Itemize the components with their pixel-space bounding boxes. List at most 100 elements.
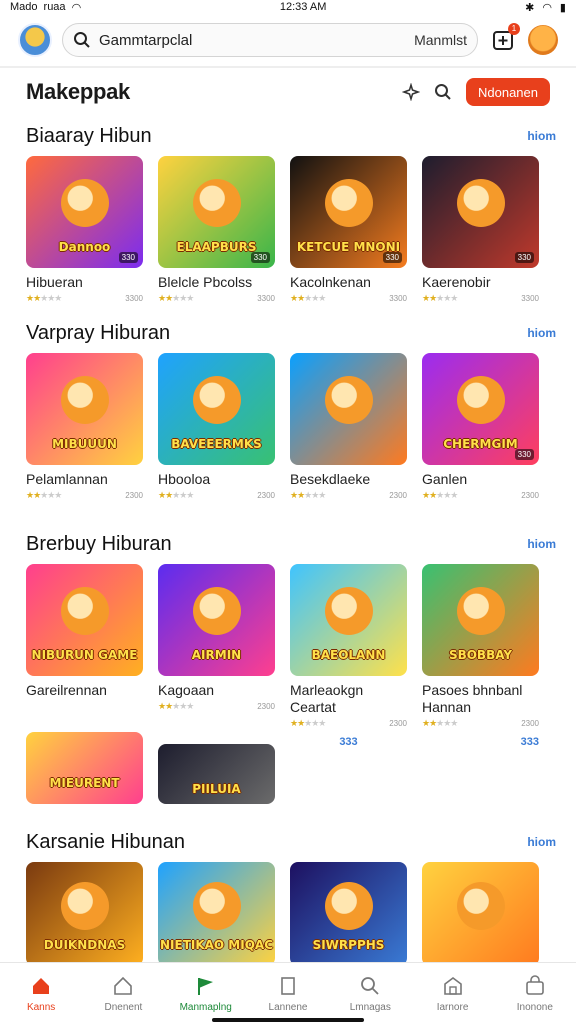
rating-stars: ★★★★★ [158, 489, 194, 500]
rating-count: 3300 [521, 293, 539, 303]
nav-item[interactable]: Lmnagas [338, 974, 402, 1013]
nav-item[interactable]: Dnenent [91, 974, 155, 1013]
thumbnail-title: AIRMIN [191, 648, 242, 662]
game-thumbnail: AIRMIN [158, 564, 275, 676]
game-name: Marleaokgn Ceartat [290, 682, 364, 715]
game-tile[interactable]: KETCUE MNONI 330 Kacolnkenan ★★★★★ 3300 [290, 156, 407, 305]
game-tile[interactable]: Besekdlaeke ★★★★★ 2300 [290, 353, 407, 502]
game-thumbnail: MIEURENT [26, 732, 143, 804]
thumbnail-title: NIBURUN GAME [31, 648, 138, 662]
see-more-link[interactable]: hiom [527, 537, 556, 551]
search-input[interactable]: Gammtarpclal [99, 32, 406, 49]
rating-stars: ★★★★★ [26, 292, 62, 303]
game-tile[interactable]: MIBUUUN Pelamlannan ★★★★★ 2300 [26, 353, 143, 502]
game-thumbnail: Dannoo 330 [26, 156, 143, 268]
character-illustration [192, 179, 241, 228]
game-tile[interactable]: SBOBBAY Pasoes bhnbanl Hannan ★★★★★ 2300 [422, 564, 539, 730]
game-name: Kagoaan [158, 682, 215, 698]
game-thumbnail: BAEOLANN [290, 564, 407, 676]
section-4: Karsanie Hibunan hiom DUIKNDNAS NIETIKAO … [0, 822, 576, 966]
rating-count: 2300 [257, 701, 275, 711]
search-icon [361, 977, 379, 995]
search-icon [74, 32, 90, 48]
game-thumbnail: NIBURUN GAME [26, 564, 143, 676]
game-thumbnail: CHERMGIM 330 [422, 353, 539, 465]
game-thumbnail: SBOBBAY [422, 564, 539, 676]
game-tile[interactable]: Dannoo 330 Hibueran ★★★★★ 3300 [26, 156, 143, 305]
nav-item[interactable]: Manmaplng [174, 974, 238, 1013]
house-icon [114, 976, 133, 995]
nav-label: Dnenent [104, 1002, 143, 1013]
game-tile[interactable]: ELAAPBURS 330 Blelcle Pbcolss ★★★★★ 3300 [158, 156, 275, 305]
see-more-link[interactable]: hiom [527, 129, 556, 143]
rating-count: 2300 [521, 490, 539, 500]
game-thumbnail: SIWRPPHS [290, 862, 407, 966]
character-illustration [324, 376, 373, 425]
section-title: Brerbuy Hiburan [26, 532, 172, 555]
rating-stars: ★★★★★ [422, 717, 458, 728]
game-tile[interactable]: AIRMIN Kagoaan ★★★★★ 2300 [158, 564, 275, 730]
thumbnail-title: ELAAPBURS [176, 240, 257, 254]
game-thumbnail: DUIKNDNAS [26, 862, 143, 966]
game-tile[interactable]: CHERMGIM 330 Ganlen ★★★★★ 2300 [422, 353, 539, 502]
search-bar[interactable]: Gammtarpclal Manmlst [62, 23, 478, 57]
bag-icon [526, 975, 544, 995]
game-tile[interactable]: BAEOLANN Marleaokgn Ceartat ★★★★★ 2300 [290, 564, 407, 730]
rating-stars: ★★★★★ [422, 292, 458, 303]
see-more-link[interactable]: hiom [527, 835, 556, 849]
notification-badge: 1 [508, 23, 520, 35]
game-tile[interactable]: 330 Kaerenobir ★★★★★ 3300 [422, 156, 539, 305]
thumbnail-title: NIETIKAO MIQAC [159, 938, 274, 952]
rating-stars: ★★★★★ [290, 717, 326, 728]
thumbnail-art [26, 732, 143, 804]
section-title: Biaaray Hibun [26, 124, 152, 147]
section-title: Karsanie Hibunan [26, 830, 185, 853]
game-tile[interactable]: NIBURUN GAME Gareilrennan [26, 564, 143, 730]
game-tile[interactable]: BAVEEERMKS Hbooloa ★★★★★ 2300 [158, 353, 275, 502]
thumbnail-title: SBOBBAY [448, 648, 513, 662]
rating-count: 2300 [257, 490, 275, 500]
thumbnail-title: BAEOLANN [311, 648, 386, 662]
price-cell: 333 [290, 732, 407, 804]
nav-item[interactable]: Lannene [256, 974, 320, 1013]
character-illustration [324, 179, 373, 228]
sparkle-icon[interactable] [402, 83, 420, 101]
rating-count: 3300 [257, 293, 275, 303]
thumbnail-title: PIILUIA [192, 782, 241, 796]
game-name: Hibueran [26, 274, 83, 290]
add-button[interactable]: 1 [488, 23, 520, 55]
search-tag[interactable]: Manmlst [414, 32, 467, 48]
top-bar: Gammtarpclal Manmlst 1 [0, 14, 576, 66]
thumbnail-title: MIBUUUN [52, 437, 117, 451]
price-label: 333 [339, 736, 358, 748]
section-2: Varpray Hiburan hiom MIBUUUN Pelamlannan ★… [0, 313, 576, 502]
search-icon[interactable] [434, 83, 452, 101]
game-tile[interactable] [422, 862, 539, 966]
battery-icon: ▮ [559, 1, 566, 14]
game-tile[interactable]: MIEURENT [26, 732, 143, 804]
see-more-link[interactable]: hiom [527, 326, 556, 340]
primary-cta-button[interactable]: Ndonanen [466, 78, 550, 106]
nav-item[interactable]: Iarnore [421, 974, 485, 1013]
game-tile[interactable]: PIILUIA [158, 732, 275, 804]
nav-item[interactable]: Inonone [503, 974, 567, 1013]
game-thumbnail [290, 353, 407, 465]
rating-row: ★★★★★ 3300 [158, 291, 275, 305]
rating-count: 2300 [521, 718, 539, 728]
status-bar: Mado ruaa ◠ 12:33 AM ✱ ◠ ▮ [0, 0, 576, 14]
game-name: Besekdlaeke [290, 471, 371, 487]
character-illustration [60, 179, 109, 228]
rating-row: ★★★★★ 3300 [290, 291, 407, 305]
game-tile[interactable]: NIETIKAO MIQAC [158, 862, 275, 966]
app-avatar[interactable] [18, 23, 52, 57]
price-label: 333 [520, 736, 539, 748]
character-illustration [324, 587, 373, 636]
profile-avatar[interactable] [528, 25, 558, 55]
game-tile[interactable]: SIWRPPHS [290, 862, 407, 966]
character-illustration [192, 587, 241, 636]
game-tile[interactable]: DUIKNDNAS [26, 862, 143, 966]
character-illustration [60, 587, 109, 636]
store-icon [443, 977, 462, 995]
nav-item[interactable]: Kanns [9, 974, 73, 1013]
thumbnail-badge: 330 [514, 449, 534, 460]
